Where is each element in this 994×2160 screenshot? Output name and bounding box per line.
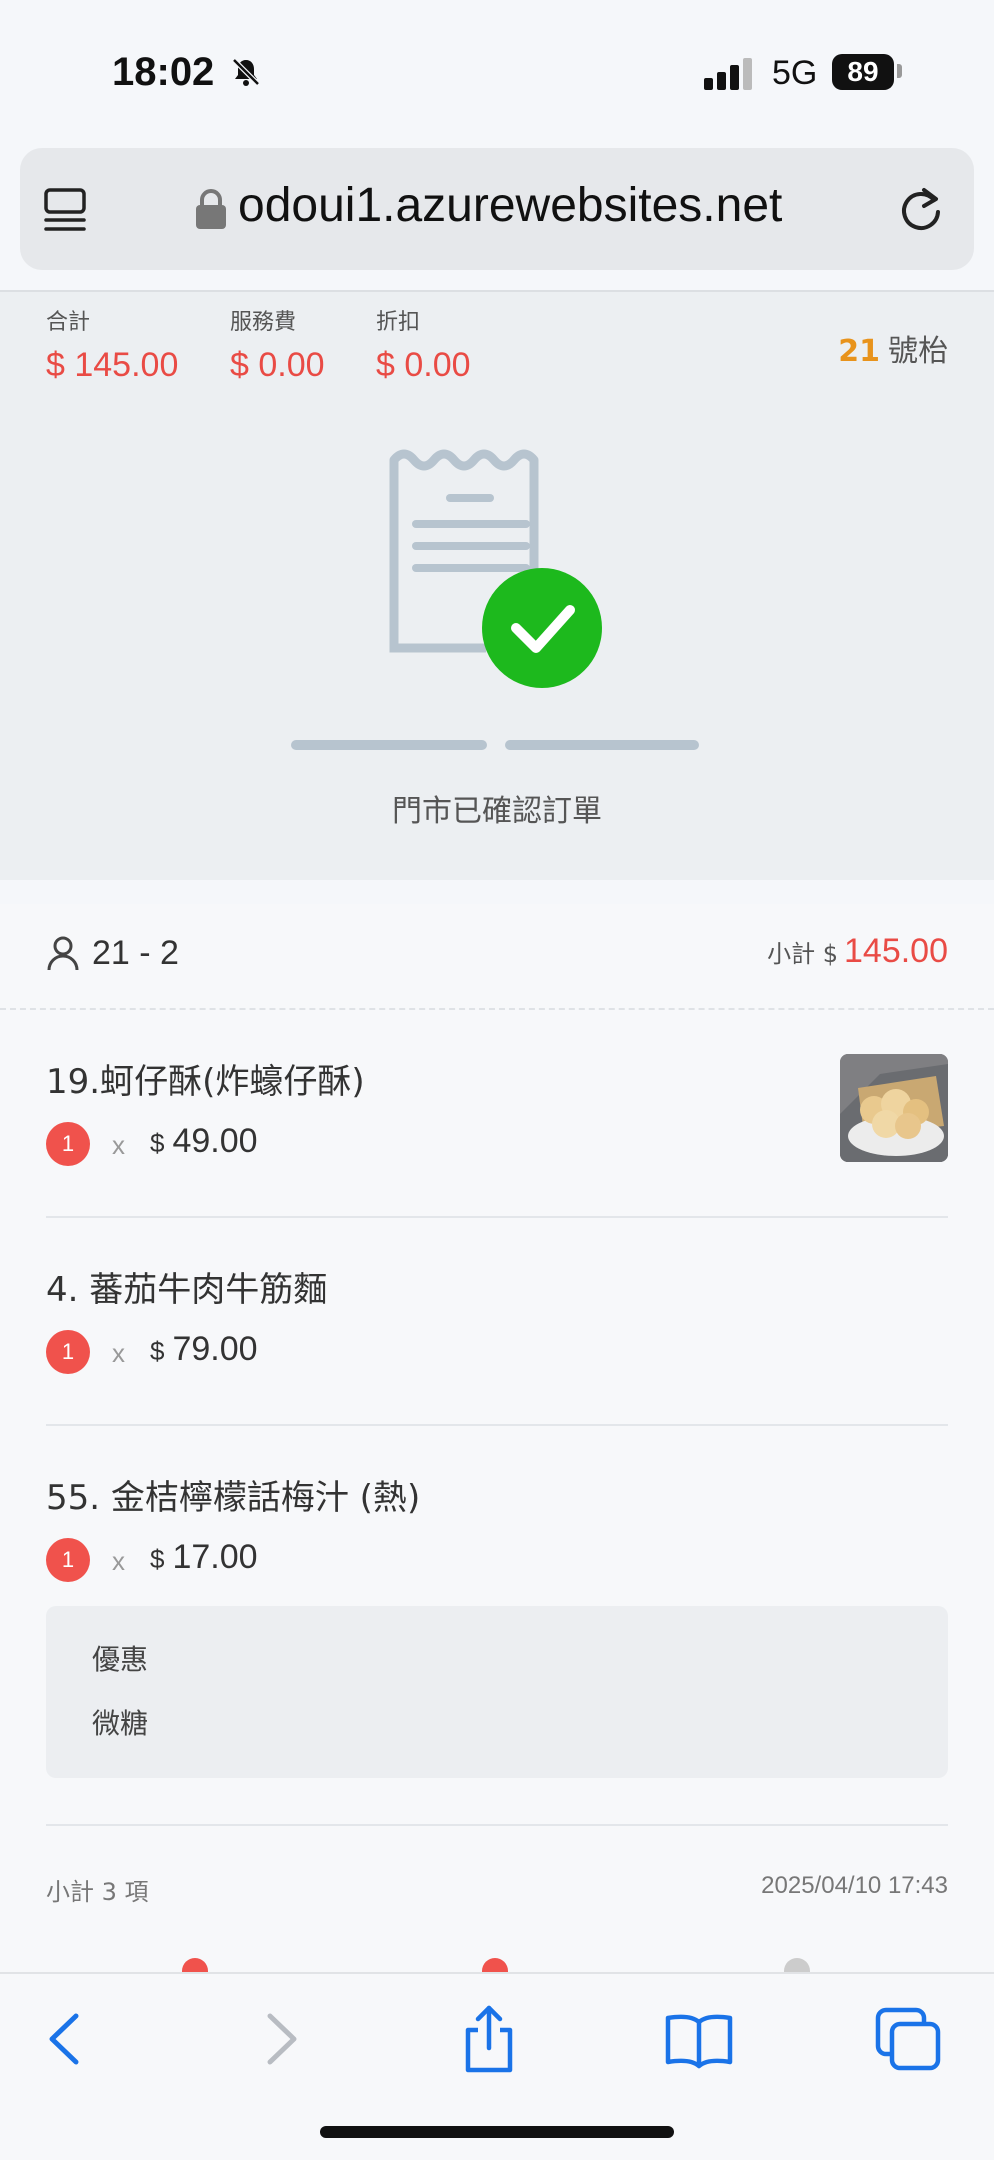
order-datetime: 2025/04/10 17:43 (761, 1872, 948, 1899)
item-name: 4. 蕃茄牛肉牛筋麵 (46, 1270, 328, 1310)
check-circle-icon (482, 568, 602, 688)
reload-icon[interactable] (896, 184, 946, 234)
qty-badge: 1 (46, 1330, 90, 1374)
discount-value: $ 0.00 (376, 346, 471, 384)
order-item[interactable]: 4. 蕃茄牛肉牛筋麵 1 x $79.00 (46, 1262, 948, 1374)
status-time: 18:02 (112, 50, 215, 94)
battery-indicator: 89 (832, 54, 894, 90)
table-info: 21 號枱 (838, 326, 948, 370)
table-number: 21 (838, 334, 880, 369)
url-text[interactable]: odoui1.azurewebsites.net (238, 178, 782, 233)
item-name: 55. 金桔檸檬話梅汁 (熱) (46, 1478, 421, 1518)
network-label: 5G (772, 54, 818, 92)
note-line: 優惠 (92, 1643, 149, 1676)
subtotal-header: 小計 $145.00 (767, 932, 948, 971)
service-stat: 服務費 $ 0.00 (230, 304, 325, 385)
dashed-divider (0, 1008, 994, 1010)
order-status-text: 門市已確認訂單 (392, 794, 602, 829)
battery-tip (897, 64, 902, 78)
order-item[interactable]: 19.蚵仔酥(炸蠔仔酥) 1 x $49.00 (46, 1054, 948, 1166)
guest-row: 21 - 2 小計 $145.00 (46, 924, 948, 984)
url-bar[interactable]: odoui1.azurewebsites.net (20, 148, 974, 270)
status-bar: 18:02 5G 89 (0, 0, 994, 140)
item-price: $79.00 (150, 1330, 258, 1368)
order-details: 21 - 2 小計 $145.00 19.蚵仔酥(炸蠔仔酥) 1 x $49.0… (0, 904, 994, 1978)
order-summary: 合計 $ 145.00 服務費 $ 0.00 折扣 $ 0.00 21 號枱 門市… (0, 292, 994, 880)
qty-badge: 1 (46, 1122, 90, 1166)
total-value: $ 145.00 (46, 346, 179, 384)
table-suffix: 號枱 (888, 334, 948, 369)
bell-slash-icon (232, 58, 260, 86)
lock-icon (196, 189, 226, 229)
item-photo[interactable] (840, 1054, 948, 1162)
total-stat: 合計 $ 145.00 (46, 304, 178, 385)
menu-icon[interactable] (42, 184, 90, 236)
subtotal-amount: 145.00 (844, 932, 948, 970)
service-value: $ 0.00 (230, 346, 325, 384)
item-name: 19.蚵仔酥(炸蠔仔酥) (46, 1062, 365, 1102)
service-label: 服務費 (230, 310, 297, 335)
tabs-icon[interactable] (874, 2004, 944, 2074)
item-notes: 優惠 微糖 (46, 1606, 948, 1778)
total-label: 合計 (46, 310, 91, 335)
item-divider (46, 1216, 948, 1218)
item-count: 小計 3 項 (46, 1878, 149, 1906)
item-price: $49.00 (150, 1122, 258, 1160)
signal-icon (704, 58, 752, 90)
item-price: $17.00 (150, 1538, 258, 1576)
item-divider (46, 1424, 948, 1426)
guest-label: 21 - 2 (92, 934, 179, 972)
order-item[interactable]: 55. 金桔檸檬話梅汁 (熱) 1 x $17.00 (46, 1470, 948, 1582)
back-icon[interactable] (30, 2004, 100, 2074)
discount-stat: 折扣 $ 0.00 (376, 304, 471, 385)
person-icon (47, 936, 79, 971)
item-divider (46, 1824, 948, 1826)
receipt-confirmed-illustration (291, 449, 699, 750)
times-sign: x (112, 1130, 125, 1160)
subtotal-label: 小計 $ (767, 940, 838, 968)
times-sign: x (112, 1546, 125, 1576)
note-line: 微糖 (92, 1707, 149, 1740)
share-icon[interactable] (454, 2004, 524, 2074)
bookmarks-icon[interactable] (664, 2004, 734, 2074)
times-sign: x (112, 1338, 125, 1368)
forward-icon[interactable] (246, 2004, 316, 2074)
qty-badge: 1 (46, 1538, 90, 1582)
home-indicator[interactable] (320, 2126, 674, 2138)
discount-label: 折扣 (376, 310, 421, 335)
